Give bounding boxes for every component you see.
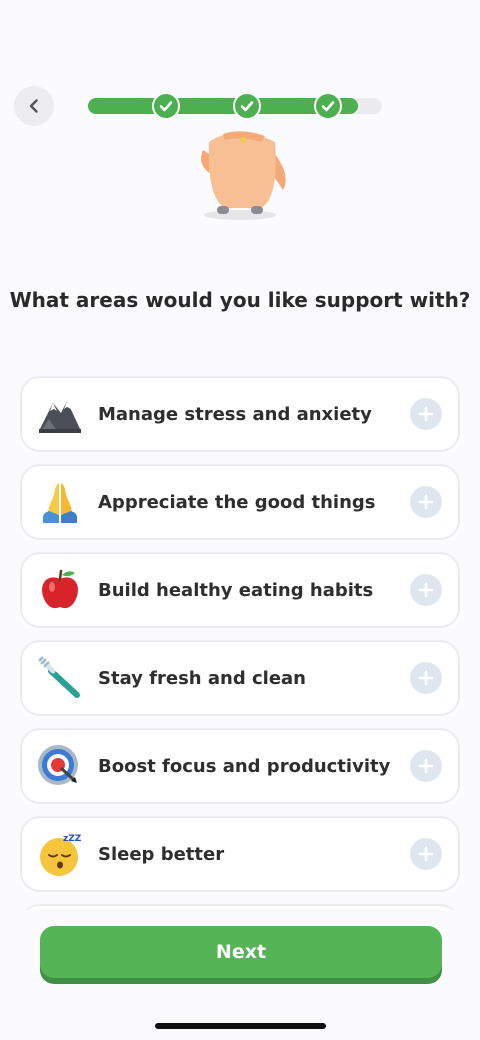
option-manage-stress[interactable]: Manage stress and anxiety [20,376,460,452]
toothbrush-icon [36,654,84,702]
next-button[interactable]: Next [40,926,442,978]
plus-icon [418,670,434,686]
option-fresh-clean[interactable]: Stay fresh and clean [20,640,460,716]
step-complete-3 [314,92,342,120]
option-healthy-eating[interactable]: Build healthy eating habits [20,552,460,628]
check-icon [159,101,173,112]
home-indicator[interactable] [155,1023,326,1029]
option-label: Manage stress and anxiety [98,403,372,425]
mascot-illustration [201,131,286,220]
option-sleep[interactable]: zZZ Sleep better [20,816,460,892]
praying-hands-icon [36,478,84,526]
step-complete-1 [152,92,180,120]
add-button[interactable] [410,486,442,518]
option-label: Stay fresh and clean [98,667,306,689]
progress-bar [88,92,382,120]
plus-icon [418,406,434,422]
step-complete-2 [233,92,261,120]
option-label: Build healthy eating habits [98,579,374,601]
option-appreciate[interactable]: Appreciate the good things [20,464,460,540]
add-button[interactable] [410,662,442,694]
plus-icon [418,494,434,510]
option-focus[interactable]: Boost focus and productivity [20,728,460,804]
check-icon [240,101,254,112]
plus-icon [418,582,434,598]
add-button[interactable] [410,838,442,870]
back-button[interactable] [14,86,54,126]
plus-icon [418,846,434,862]
target-icon [36,742,84,790]
option-label: Sleep better [98,843,225,865]
add-button[interactable] [410,574,442,606]
page-title: What areas would you like support with? [9,288,471,312]
option-label: Appreciate the good things [98,491,376,513]
option-partial[interactable] [20,904,460,910]
plus-icon [418,758,434,774]
add-button[interactable] [410,398,442,430]
apple-icon [36,566,84,614]
add-button[interactable] [410,750,442,782]
mountain-icon [36,390,84,438]
option-label: Boost focus and productivity [98,755,391,777]
sleeping-face-icon: zZZ [36,830,84,878]
chevron-left-icon [29,99,38,113]
check-icon [321,101,335,112]
options-list[interactable]: Manage stress and anxiety Appreciate the… [0,372,480,910]
svg-text:zZZ: zZZ [63,834,82,844]
